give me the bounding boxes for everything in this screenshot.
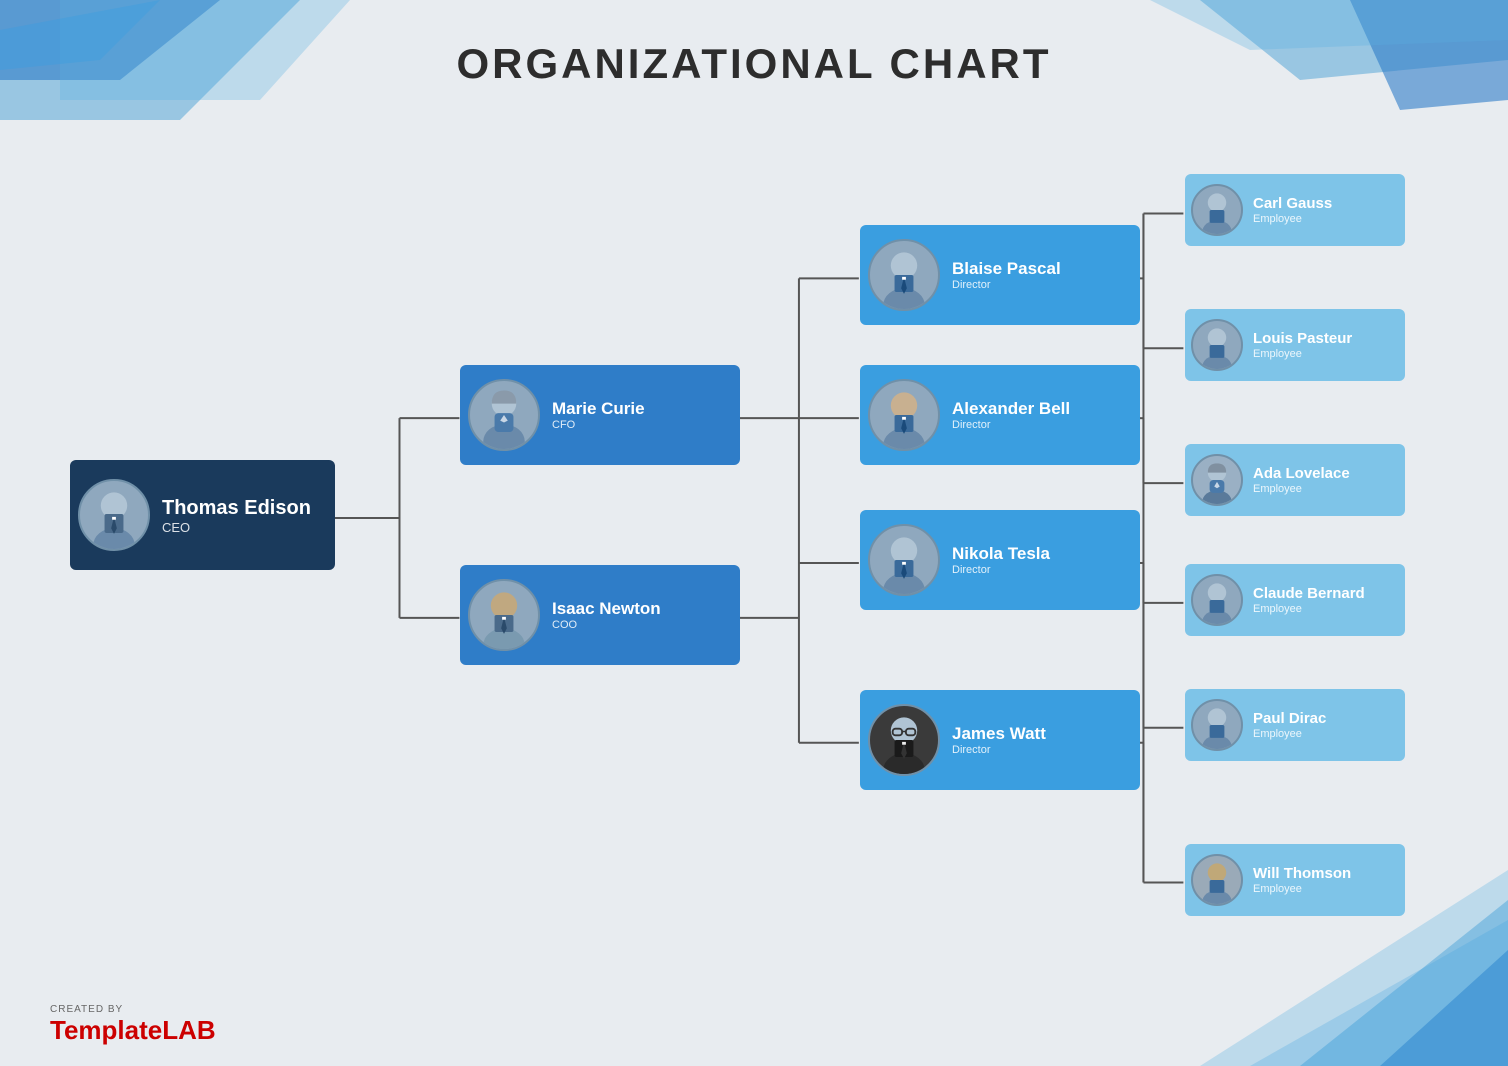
ceo-node: Thomas Edison CEO (70, 460, 335, 570)
employee-gauss-node: Carl Gauss Employee (1185, 174, 1405, 246)
employee-gauss-role: Employee (1253, 213, 1332, 225)
employee-bernard-node: Claude Bernard Employee (1185, 564, 1405, 636)
director-tesla-text: Nikola Tesla Director (952, 544, 1050, 576)
employee-bernard-name: Claude Bernard (1253, 585, 1365, 603)
chart-container: Thomas Edison CEO Marie Curie CFO (40, 110, 1468, 986)
ceo-avatar (78, 479, 150, 551)
director-pascal-text: Blaise Pascal Director (952, 259, 1061, 291)
cfo-avatar (468, 379, 540, 451)
footer: CREATED BY TemplateLAB (50, 1004, 216, 1046)
cfo-node: Marie Curie CFO (460, 365, 740, 465)
employee-thomson-role: Employee (1253, 883, 1351, 895)
employee-lovelace-text: Ada Lovelace Employee (1253, 465, 1350, 495)
footer-brand-bold: LAB (162, 1015, 215, 1045)
director-bell-role: Director (952, 419, 1070, 431)
director-watt-text: James Watt Director (952, 724, 1046, 756)
ceo-role: CEO (162, 520, 311, 535)
coo-node: Isaac Newton COO (460, 565, 740, 665)
director-bell-text: Alexander Bell Director (952, 399, 1070, 431)
employee-dirac-name: Paul Dirac (1253, 710, 1326, 728)
director-pascal-node: Blaise Pascal Director (860, 225, 1140, 325)
coo-avatar (468, 579, 540, 651)
employee-lovelace-node: Ada Lovelace Employee (1185, 444, 1405, 516)
employee-dirac-text: Paul Dirac Employee (1253, 710, 1326, 740)
employee-pasteur-node: Louis Pasteur Employee (1185, 309, 1405, 381)
employee-pasteur-role: Employee (1253, 348, 1352, 360)
cfo-name: Marie Curie (552, 399, 645, 419)
director-bell-node: Alexander Bell Director (860, 365, 1140, 465)
director-watt-avatar (868, 704, 940, 776)
coo-role: COO (552, 619, 661, 631)
footer-created-by: CREATED BY (50, 1004, 123, 1015)
employee-thomson-text: Will Thomson Employee (1253, 865, 1351, 895)
footer-brand: TemplateLAB (50, 1015, 216, 1046)
employee-gauss-name: Carl Gauss (1253, 195, 1332, 213)
director-watt-node: James Watt Director (860, 690, 1140, 790)
director-pascal-name: Blaise Pascal (952, 259, 1061, 279)
employee-gauss-avatar (1191, 184, 1243, 236)
employee-dirac-node: Paul Dirac Employee (1185, 689, 1405, 761)
employee-lovelace-name: Ada Lovelace (1253, 465, 1350, 483)
director-watt-name: James Watt (952, 724, 1046, 744)
director-tesla-avatar (868, 524, 940, 596)
cfo-role: CFO (552, 419, 645, 431)
employee-lovelace-avatar (1191, 454, 1243, 506)
employee-pasteur-avatar (1191, 319, 1243, 371)
page-title: ORGANIZATIONAL CHART (0, 40, 1508, 88)
employee-thomson-name: Will Thomson (1253, 865, 1351, 883)
director-tesla-role: Director (952, 564, 1050, 576)
ceo-text: Thomas Edison CEO (162, 496, 311, 535)
employee-thomson-node: Will Thomson Employee (1185, 844, 1405, 916)
director-watt-role: Director (952, 744, 1046, 756)
employee-bernard-avatar (1191, 574, 1243, 626)
employee-pasteur-text: Louis Pasteur Employee (1253, 330, 1352, 360)
director-tesla-name: Nikola Tesla (952, 544, 1050, 564)
employee-bernard-text: Claude Bernard Employee (1253, 585, 1365, 615)
employee-thomson-avatar (1191, 854, 1243, 906)
coo-name: Isaac Newton (552, 599, 661, 619)
coo-text: Isaac Newton COO (552, 599, 661, 631)
employee-dirac-role: Employee (1253, 728, 1326, 740)
director-bell-name: Alexander Bell (952, 399, 1070, 419)
director-tesla-node: Nikola Tesla Director (860, 510, 1140, 610)
cfo-text: Marie Curie CFO (552, 399, 645, 431)
employee-lovelace-role: Employee (1253, 483, 1350, 495)
employee-gauss-text: Carl Gauss Employee (1253, 195, 1332, 225)
director-bell-avatar (868, 379, 940, 451)
employee-bernard-role: Employee (1253, 603, 1365, 615)
ceo-name: Thomas Edison (162, 496, 311, 520)
employee-pasteur-name: Louis Pasteur (1253, 330, 1352, 348)
footer-brand-regular: Template (50, 1015, 162, 1045)
director-pascal-role: Director (952, 279, 1061, 291)
employee-dirac-avatar (1191, 699, 1243, 751)
director-pascal-avatar (868, 239, 940, 311)
